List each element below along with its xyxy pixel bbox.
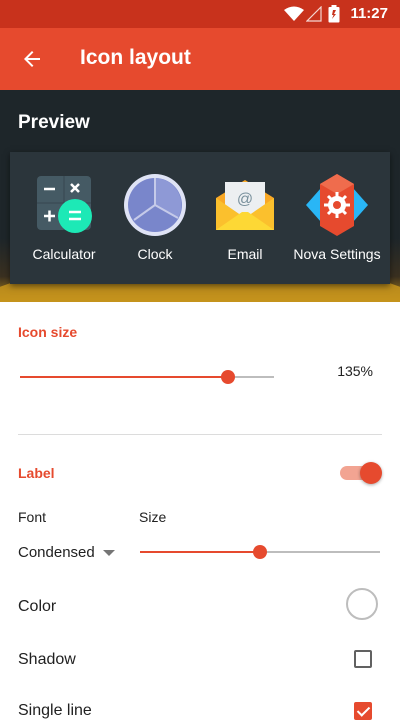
shadow-label: Shadow [18, 651, 76, 668]
label-toggle[interactable] [340, 462, 382, 484]
settings-list: Icon size 135% Label Font Size Condensed… [0, 302, 400, 720]
color-swatch[interactable] [346, 588, 378, 620]
color-label: Color [18, 598, 57, 615]
font-dropdown[interactable]: Condensed [18, 544, 115, 561]
font-dropdown-value: Condensed [18, 544, 95, 561]
battery-icon [328, 5, 340, 23]
preview-panel: Preview Calculator Clock @ Email Nova Se… [0, 90, 400, 302]
label-toggle-thumb [360, 462, 382, 484]
chevron-down-icon [102, 550, 115, 557]
divider [18, 434, 382, 435]
app-label: Calculator [32, 246, 96, 262]
label-size-slider-thumb[interactable] [253, 545, 267, 559]
cell-signal-icon [306, 6, 322, 22]
icon-size-slider-fill [20, 376, 229, 378]
app-label: Nova Settings [293, 246, 381, 262]
single-line-checkbox[interactable] [354, 702, 372, 720]
clock-icon [124, 174, 186, 236]
app-label: Email [227, 246, 263, 262]
font-caption: Font [18, 509, 47, 525]
icon-size-heading: Icon size [18, 324, 78, 340]
app-calculator: Calculator [16, 172, 112, 262]
back-arrow-icon[interactable] [20, 47, 44, 71]
icon-size-value: 135% [337, 363, 373, 379]
nova-settings-icon [306, 174, 368, 236]
clock-time: 11:27 [350, 5, 388, 22]
calculator-icon [37, 176, 92, 233]
label-size-slider[interactable] [140, 545, 380, 559]
label-size-slider-fill [140, 551, 260, 553]
app-nova-settings: Nova Settings [287, 172, 387, 262]
shadow-checkbox[interactable] [354, 650, 372, 668]
svg-text:@: @ [237, 191, 253, 208]
app-email: @ Email [197, 172, 293, 262]
toolbar: Icon layout [0, 28, 400, 90]
app-label: Clock [137, 246, 173, 262]
page-title: Icon layout [80, 46, 191, 69]
preview-card: Calculator Clock @ Email Nova Settings [10, 152, 390, 284]
size-caption: Size [139, 509, 167, 525]
label-heading: Label [18, 465, 55, 481]
preview-title: Preview [18, 112, 90, 133]
icon-size-slider-thumb[interactable] [221, 370, 236, 384]
wifi-icon [284, 6, 304, 21]
icon-size-slider[interactable] [20, 370, 274, 384]
status-bar: 11:27 [0, 0, 400, 28]
app-clock: Clock [107, 172, 203, 262]
email-icon: @ [216, 180, 274, 230]
single-line-label: Single line [18, 702, 92, 719]
